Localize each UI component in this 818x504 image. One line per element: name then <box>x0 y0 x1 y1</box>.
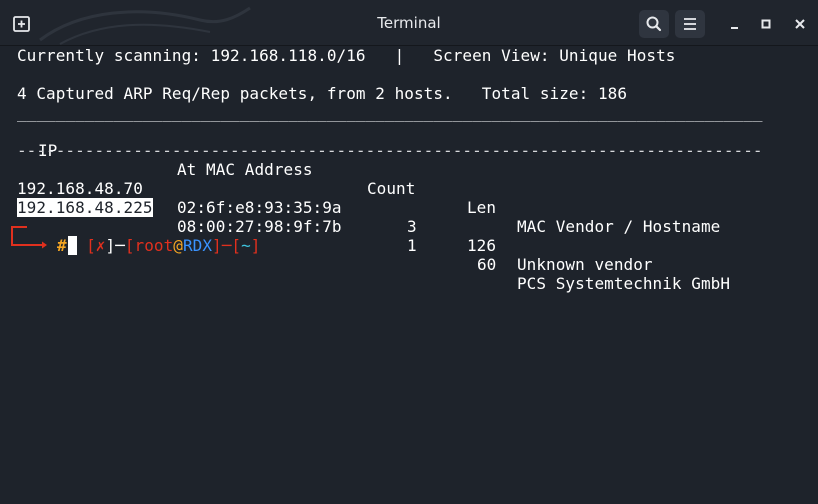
prompt-symbol: # <box>57 236 67 255</box>
header-len: Len <box>467 198 497 217</box>
table-row: 192.168.48.70 02:6f:e8:93:35:9a 3 126 Un… <box>17 160 797 274</box>
row-count: 1 <box>407 236 417 255</box>
text-cursor[interactable] <box>68 236 77 255</box>
minimize-button[interactable] <box>723 12 747 36</box>
underscore-rule: ________________________________________… <box>17 103 763 122</box>
prompt-separator: ─ <box>115 236 125 255</box>
prompt-line: [✗]─[root@RDX]─[~] <box>28 217 260 255</box>
prompt-bracket: [ <box>124 236 135 255</box>
prompt-bracket: [ <box>86 236 96 255</box>
prompt-host: RDX <box>182 236 213 255</box>
row-len: 126 <box>467 236 497 255</box>
close-button[interactable] <box>788 12 812 36</box>
search-button[interactable] <box>639 10 669 38</box>
terminal-output[interactable]: Currently scanning: 192.168.118.0/16 | S… <box>0 46 810 504</box>
dash-rule: ----------------------------------------… <box>17 141 763 160</box>
hamburger-menu-icon <box>684 18 696 30</box>
row-mac: 02:6f:e8:93:35:9a <box>177 198 342 217</box>
prompt-dir: ~ <box>241 236 251 255</box>
header-vendor: MAC Vendor / Hostname <box>517 217 721 236</box>
row-vendor: Unknown vendor <box>517 255 653 274</box>
table-header: IP At MAC Address Count Len MAC Vendor /… <box>17 122 797 236</box>
title-bar[interactable]: Terminal <box>0 0 818 46</box>
prompt-bracket: ] <box>105 236 116 255</box>
packet-summary-line: 4 Captured ARP Req/Rep packets, from 2 h… <box>17 84 628 103</box>
prompt-bracket: ] <box>212 236 222 255</box>
row-ip-selected[interactable]: 192.168.48.225 <box>17 198 153 217</box>
prompt-user: root <box>134 236 174 255</box>
minimize-icon <box>731 27 738 29</box>
prompt-separator: ─ <box>221 236 232 255</box>
search-icon <box>646 16 662 32</box>
close-icon <box>795 19 805 29</box>
row-count: 3 <box>407 217 417 236</box>
scrollbar[interactable] <box>810 46 818 504</box>
scan-status-line: Currently scanning: 192.168.118.0/16 | S… <box>17 46 676 65</box>
terminal-window: Terminal Currently scanning: 192.168.118… <box>0 0 818 504</box>
row-len: 60 <box>477 255 497 274</box>
prompt-bracket: ] <box>250 236 261 255</box>
maximize-icon <box>761 19 771 29</box>
prompt-bracket: [ <box>231 236 242 255</box>
row-vendor: PCS Systemtechnik GmbH <box>517 274 731 293</box>
maximize-button[interactable] <box>754 12 778 36</box>
table-row: 192.168.48.225 08:00:27:98:9f:7b 1 60 PC… <box>17 179 797 293</box>
prompt-at: @ <box>173 236 183 255</box>
menu-button[interactable] <box>675 10 705 38</box>
